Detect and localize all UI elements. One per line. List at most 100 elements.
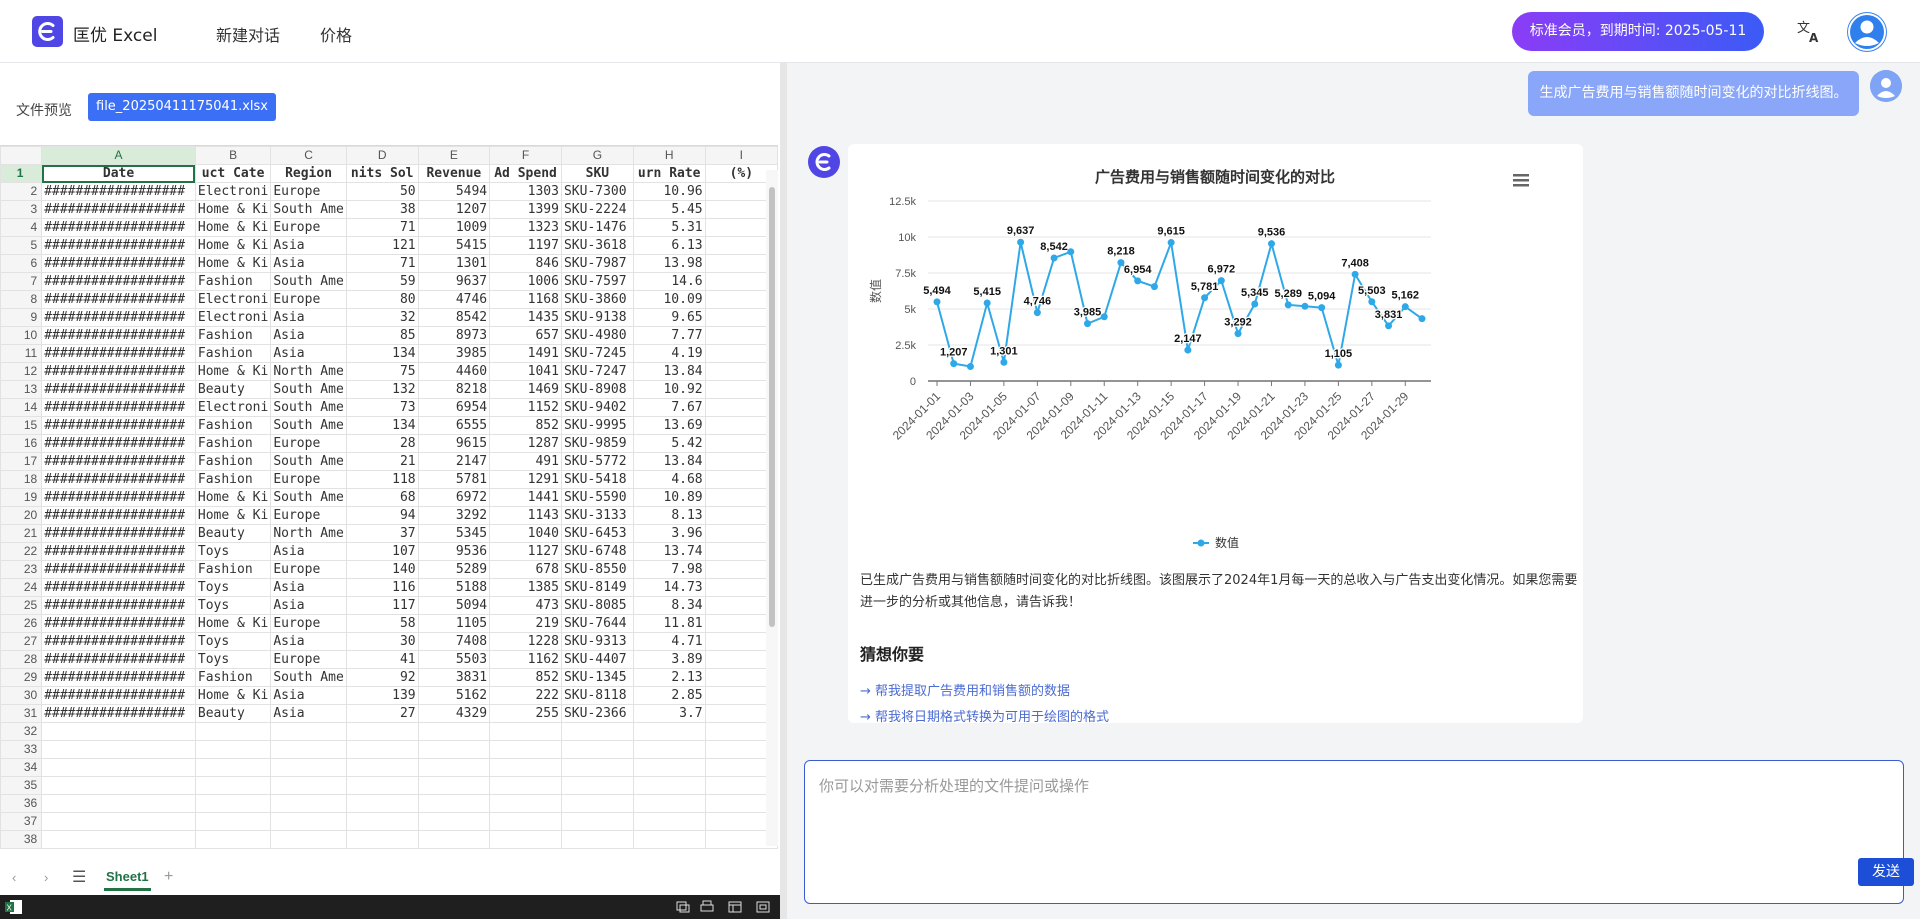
cell[interactable]	[560, 830, 634, 849]
cell[interactable]: ##################	[41, 290, 196, 309]
cell[interactable]: ##################	[41, 254, 196, 273]
cell[interactable]: SKU-5590	[560, 488, 634, 507]
cell[interactable]: ##################	[41, 614, 196, 633]
cell[interactable]: North Ame	[270, 362, 347, 381]
row-number[interactable]: 30	[0, 686, 43, 705]
cell[interactable]: 1303	[489, 182, 562, 201]
cell[interactable]: 9615	[417, 434, 491, 453]
cell[interactable]: Electroni	[194, 182, 272, 201]
cell[interactable]: 8.34	[632, 596, 706, 615]
cell[interactable]: ##################	[41, 650, 196, 669]
cell[interactable]	[345, 758, 419, 777]
column-header[interactable]: C	[270, 146, 347, 165]
cell[interactable]: 1127	[489, 542, 562, 561]
cell[interactable]: 75	[345, 362, 419, 381]
cell[interactable]	[194, 794, 272, 813]
cell[interactable]: 6972	[417, 488, 491, 507]
cell[interactable]	[41, 830, 196, 849]
cell[interactable]: Revenue	[417, 164, 491, 183]
cell[interactable]: 8218	[417, 380, 491, 399]
cell[interactable]	[489, 794, 562, 813]
cell[interactable]: 1399	[489, 200, 562, 219]
cell[interactable]: 9637	[417, 272, 491, 291]
translate-icon[interactable]: 文A	[1796, 18, 1822, 45]
cell[interactable]: Beauty	[194, 704, 272, 723]
cell[interactable]: 13.74	[632, 542, 706, 561]
row-number[interactable]: 13	[0, 380, 43, 399]
cell[interactable]: 4.68	[632, 470, 706, 489]
cell[interactable]: Asia	[270, 236, 347, 255]
cell[interactable]: Fashion	[194, 344, 272, 363]
cell[interactable]: 1435	[489, 308, 562, 327]
cell[interactable]: ##################	[41, 326, 196, 345]
cell[interactable]	[41, 722, 196, 741]
cell[interactable]: 58	[345, 614, 419, 633]
cell[interactable]: 1323	[489, 218, 562, 237]
cell[interactable]: Europe	[270, 614, 347, 633]
cell[interactable]	[270, 776, 347, 795]
cell[interactable]: ##################	[41, 200, 196, 219]
cell[interactable]: Fashion	[194, 434, 272, 453]
cell[interactable]: Fashion	[194, 668, 272, 687]
cell[interactable]: SKU-2366	[560, 704, 634, 723]
cell[interactable]: ##################	[41, 524, 196, 543]
cell[interactable]: SKU-7987	[560, 254, 634, 273]
vertical-scrollbar[interactable]	[766, 170, 778, 846]
cell[interactable]: SKU-3860	[560, 290, 634, 309]
cell[interactable]: 1207	[417, 200, 491, 219]
cell[interactable]: ##################	[41, 434, 196, 453]
cell[interactable]: Asia	[270, 542, 347, 561]
column-header[interactable]: G	[560, 146, 634, 165]
cell[interactable]	[194, 722, 272, 741]
cell[interactable]: 50	[345, 182, 419, 201]
row-number[interactable]: 8	[0, 290, 43, 309]
cell[interactable]: ##################	[41, 416, 196, 435]
cell[interactable]: 1291	[489, 470, 562, 489]
cell[interactable]: 14.6	[632, 272, 706, 291]
cell[interactable]	[41, 812, 196, 831]
cell[interactable]	[560, 740, 634, 759]
cell[interactable]: 657	[489, 326, 562, 345]
cell[interactable]: ##################	[41, 344, 196, 363]
cell[interactable]: 4.19	[632, 344, 706, 363]
row-number[interactable]: 32	[0, 722, 43, 741]
column-header[interactable]: I	[704, 146, 779, 165]
cell[interactable]	[41, 758, 196, 777]
cell[interactable]: 134	[345, 344, 419, 363]
cell[interactable]: 255	[489, 704, 562, 723]
cell[interactable]: 3.96	[632, 524, 706, 543]
cell[interactable]	[417, 722, 491, 741]
row-number[interactable]: 20	[0, 506, 43, 525]
cell[interactable]: Toys	[194, 596, 272, 615]
cell[interactable]: Europe	[270, 434, 347, 453]
cell[interactable]: Toys	[194, 632, 272, 651]
cell[interactable]: 1301	[417, 254, 491, 273]
cell[interactable]	[345, 740, 419, 759]
cell[interactable]: SKU-5418	[560, 470, 634, 489]
cell[interactable]: 3831	[417, 668, 491, 687]
next-sheet-icon[interactable]: ›	[44, 870, 48, 885]
cell[interactable]: SKU-8149	[560, 578, 634, 597]
cell[interactable]: 2.85	[632, 686, 706, 705]
cell[interactable]	[417, 776, 491, 795]
cell[interactable]: 80	[345, 290, 419, 309]
cell[interactable]: Fashion	[194, 416, 272, 435]
cell[interactable]: 1152	[489, 398, 562, 417]
row-number[interactable]: 12	[0, 362, 43, 381]
cell[interactable]: South Ame	[270, 200, 347, 219]
cell[interactable]	[417, 794, 491, 813]
cell[interactable]: 41	[345, 650, 419, 669]
cell[interactable]: 4746	[417, 290, 491, 309]
cell[interactable]: 121	[345, 236, 419, 255]
cell[interactable]: SKU-9995	[560, 416, 634, 435]
cell[interactable]	[194, 812, 272, 831]
sheet-list-icon[interactable]: ☰	[72, 867, 86, 887]
cell[interactable]	[632, 722, 706, 741]
cell[interactable]: Fashion	[194, 326, 272, 345]
cell[interactable]	[417, 812, 491, 831]
cell[interactable]: 1228	[489, 632, 562, 651]
cell[interactable]: SKU-7247	[560, 362, 634, 381]
row-number[interactable]: 24	[0, 578, 43, 597]
cell[interactable]: Home & Ki	[194, 362, 272, 381]
cell[interactable]: South Ame	[270, 380, 347, 399]
